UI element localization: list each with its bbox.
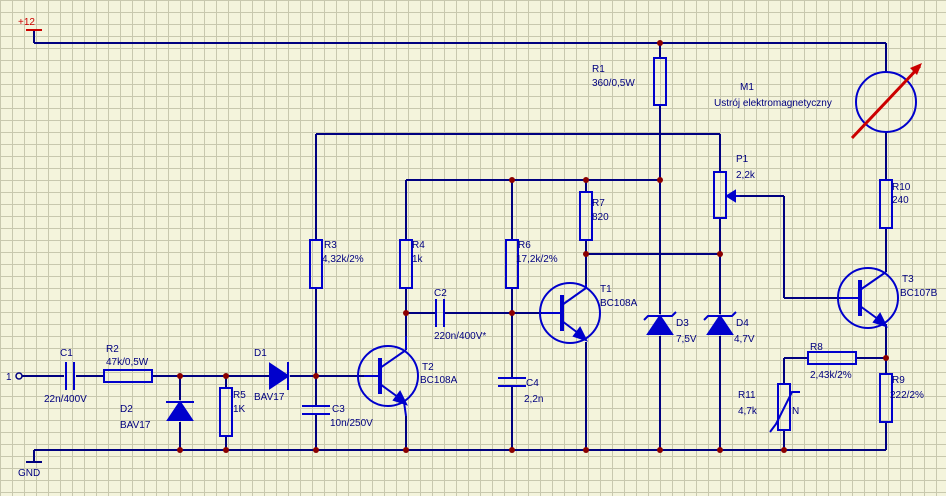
r8-value: 2,43k/2%: [810, 370, 852, 381]
resistor-r6: R6 17,2k/2%: [505, 239, 558, 289]
p1-value: 2,2k: [736, 170, 756, 181]
d3-value: 7,5V: [676, 334, 697, 345]
r2-value: 47k/0,5W: [106, 357, 149, 368]
t2-ref: T2: [422, 362, 434, 373]
ground-label: GND: [18, 468, 40, 479]
c2-ref: C2: [434, 288, 447, 299]
c1-value: 22n/400V: [44, 394, 87, 405]
r5-ref: R5: [233, 390, 246, 401]
resistor-r9: R9 222/2%: [879, 373, 924, 423]
d3-ref: D3: [676, 318, 689, 329]
ground-terminal: GND: [18, 461, 42, 479]
c4-ref: C4: [526, 378, 539, 389]
c3-value: 10n/250V: [330, 418, 373, 429]
zener-diode-d4: D4 4,7V: [703, 311, 755, 345]
circuit-schematic: +12 GND 1 C1 22n/400V R2 47k/0,5W D2 BAV…: [6, 17, 938, 479]
m1-value: Ustrój elektromagnetyczny: [714, 98, 832, 109]
c1-ref: C1: [60, 348, 73, 359]
t1-ref: T1: [600, 284, 612, 295]
resistor-r5: R5 1K: [219, 387, 246, 437]
supply-label: +12: [18, 17, 35, 28]
d2-value: BAV17: [120, 420, 151, 431]
schematic-canvas: +12 GND 1 C1 22n/400V R2 47k/0,5W D2 BAV…: [0, 0, 946, 496]
p1-ref: P1: [736, 154, 749, 165]
d4-value: 4,7V: [734, 334, 755, 345]
c4-value: 2,2n: [524, 394, 543, 405]
supply-terminal: +12: [18, 17, 42, 31]
r11-value: 4,7k: [738, 406, 758, 417]
r3-ref: R3: [324, 240, 337, 251]
capacitor-c2: C2 220n/400V*: [434, 288, 486, 342]
r11-ntc-mark: N: [792, 406, 799, 417]
transistor-t1: T1 BC108A: [539, 282, 638, 344]
capacitor-c4: C4 2,2n: [498, 377, 543, 405]
r1-value: 360/0,5W: [592, 78, 635, 89]
resistor-r7: R7 820: [579, 191, 609, 241]
wires: [22, 30, 887, 462]
resistor-r1: R1 360/0,5W: [592, 57, 667, 106]
c3-ref: C3: [332, 404, 345, 415]
resistor-r3: R3 4,32k/2%: [309, 239, 364, 289]
r2-ref: R2: [106, 344, 119, 355]
r4-ref: R4: [412, 240, 425, 251]
r3-value: 4,32k/2%: [322, 254, 364, 265]
resistor-r10: R10 240: [879, 179, 911, 229]
m1-ref: M1: [740, 82, 754, 93]
meter-m1: M1 Ustrój elektromagnetyczny: [714, 63, 922, 140]
d1-ref: D1: [254, 348, 267, 359]
r6-ref: R6: [518, 240, 531, 251]
d1-value: BAV17: [254, 392, 285, 403]
t1-value: BC108A: [600, 298, 638, 309]
r11-ref: R11: [738, 390, 756, 401]
r5-value: 1K: [233, 404, 246, 415]
t2-value: BC108A: [420, 375, 458, 386]
d2-ref: D2: [120, 404, 133, 415]
thermistor-r11: R11 4,7k N: [738, 383, 800, 433]
t3-value: BC107B: [900, 288, 938, 299]
resistor-r4: R4 1k: [399, 239, 425, 289]
transistor-t3: T3 BC107B: [837, 267, 938, 329]
capacitor-c3: C3 10n/250V: [302, 404, 373, 429]
transistor-t2: T2 BC108A: [357, 336, 458, 417]
d4-ref: D4: [736, 318, 749, 329]
r8-ref: R8: [810, 342, 823, 353]
r4-value: 1k: [412, 254, 424, 265]
r6-value: 17,2k/2%: [516, 254, 558, 265]
r9-ref: R9: [892, 375, 905, 386]
resistor-r8: R8 2,43k/2%: [807, 342, 857, 381]
diode-d2: D2 BAV17: [120, 400, 194, 431]
resistor-r2: R2 47k/0,5W: [103, 344, 153, 383]
c2-value: 220n/400V*: [434, 331, 486, 342]
r9-value: 222/2%: [890, 390, 924, 401]
zener-diode-d3: D3 7,5V: [643, 311, 697, 345]
r1-ref: R1: [592, 64, 605, 75]
t3-ref: T3: [902, 274, 914, 285]
r7-value: 820: [592, 212, 609, 223]
input-terminal: 1: [6, 372, 23, 383]
r10-value: 240: [892, 195, 909, 206]
r10-ref: R10: [892, 182, 911, 193]
input-label: 1: [6, 372, 12, 383]
r7-ref: R7: [592, 198, 605, 209]
